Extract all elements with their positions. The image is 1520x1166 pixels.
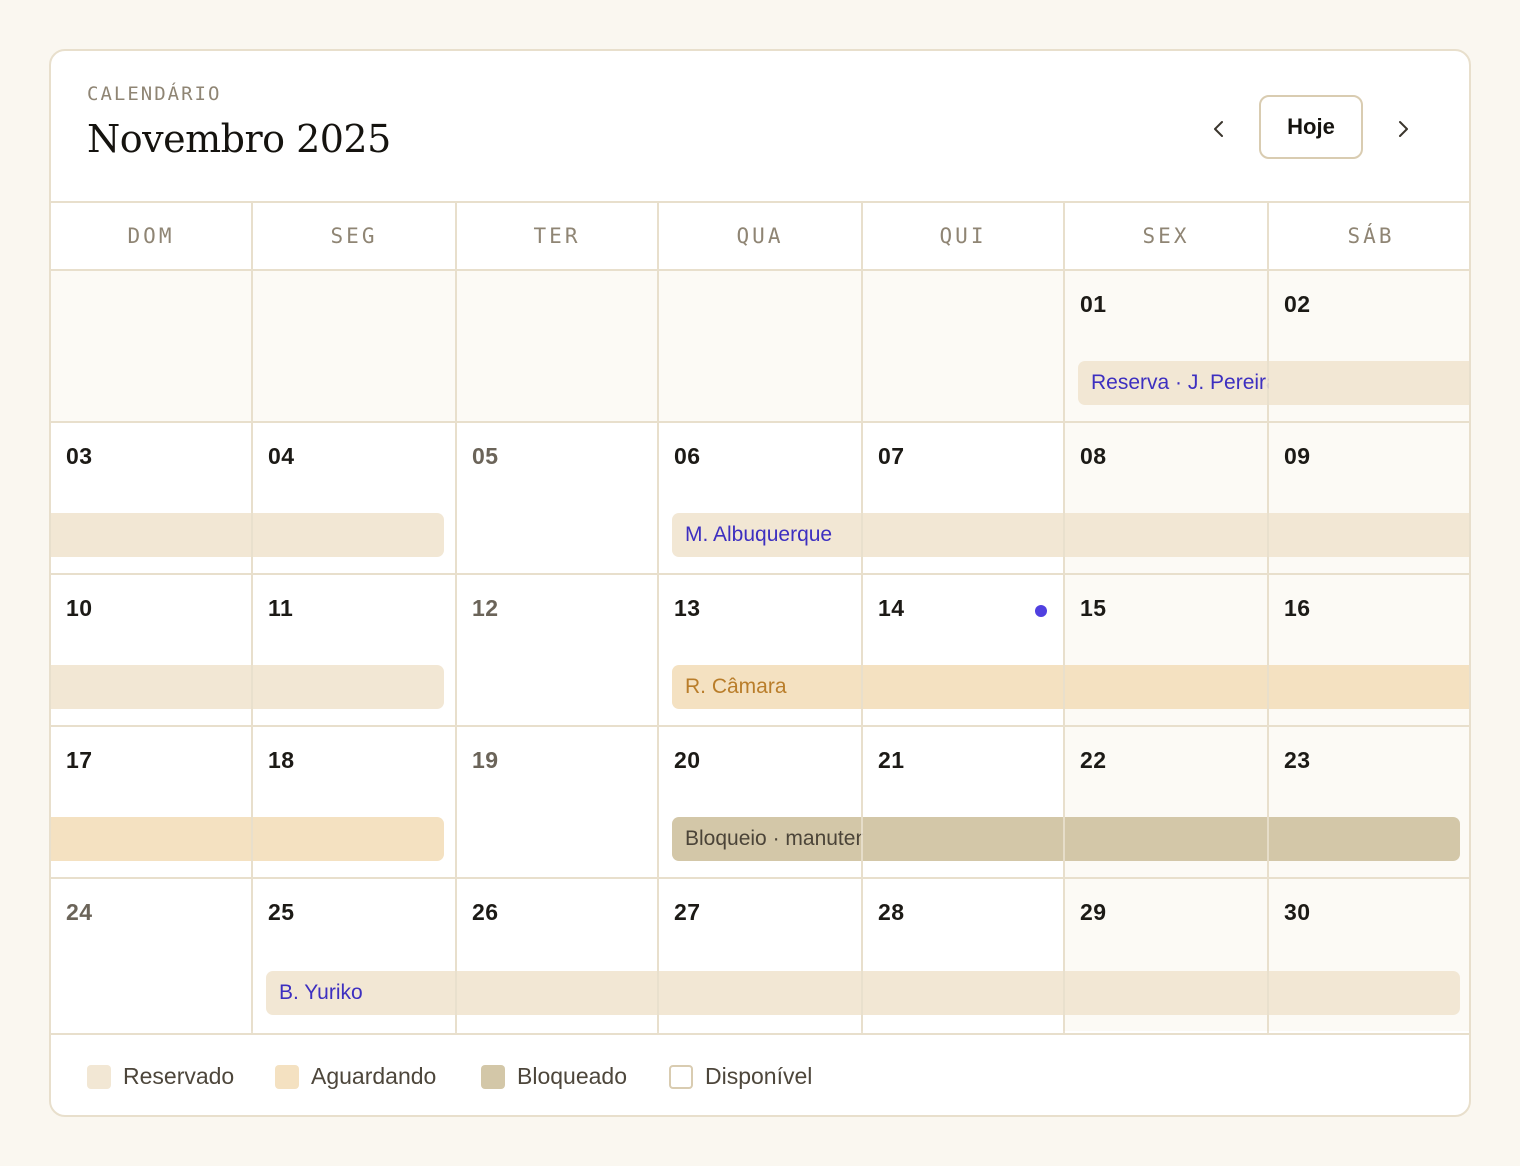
day-cell[interactable]: 19 xyxy=(457,727,659,879)
day-number: 05 xyxy=(472,443,499,469)
day-number: 04 xyxy=(268,443,295,469)
day-number: 02 xyxy=(1284,291,1311,317)
day-number: 17 xyxy=(66,747,93,773)
day-number: 11 xyxy=(268,595,294,621)
pending-event-continued[interactable] xyxy=(51,817,444,861)
legend-label: Bloqueado xyxy=(517,1063,627,1089)
booking-event[interactable]: M. Albuquerque xyxy=(672,513,1469,557)
day-number: 26 xyxy=(472,899,499,925)
today-button[interactable]: Hoje xyxy=(1259,95,1363,159)
day-number: 20 xyxy=(674,747,701,773)
day-cell-empty xyxy=(659,271,863,423)
previous-month-button[interactable] xyxy=(1197,109,1241,149)
calendar-eyebrow: CALENDÁRIO xyxy=(87,83,222,105)
event-label: B. Yuriko xyxy=(279,981,363,1004)
event-label: Reserva · J. Pereira xyxy=(1091,371,1269,394)
day-cell[interactable]: 05 xyxy=(457,423,659,575)
weekday-label: QUA xyxy=(659,203,863,269)
day-number: 23 xyxy=(1284,747,1311,773)
legend-swatch-available xyxy=(669,1064,693,1089)
legend-swatch-reserved xyxy=(87,1064,111,1089)
day-number: 13 xyxy=(674,595,701,621)
legend-item-available: Disponível xyxy=(669,1063,812,1090)
day-number: 30 xyxy=(1284,899,1311,925)
day-number: 12 xyxy=(472,595,499,621)
day-number: 01 xyxy=(1080,291,1107,317)
day-number: 19 xyxy=(472,747,499,773)
day-cell-empty xyxy=(253,271,457,423)
legend-label: Reservado xyxy=(123,1063,235,1089)
legend-swatch-pending xyxy=(275,1064,299,1089)
day-number: 28 xyxy=(878,899,905,925)
legend-label: Aguardando xyxy=(311,1063,437,1089)
event-label-clip: Reserva · J. Pereira xyxy=(1078,361,1269,405)
pending-event[interactable]: R. Câmara xyxy=(672,665,1469,709)
day-number: 16 xyxy=(1284,595,1311,621)
weekday-label: SEG xyxy=(253,203,457,269)
day-number: 18 xyxy=(268,747,295,773)
chevron-left-icon xyxy=(1214,121,1223,137)
day-number: 14 xyxy=(878,595,905,621)
weekday-label: QUI xyxy=(863,203,1065,269)
day-number: 09 xyxy=(1284,443,1311,469)
month-title: Novembro 2025 xyxy=(87,117,391,161)
day-number: 06 xyxy=(674,443,701,469)
day-number: 07 xyxy=(878,443,905,469)
day-cell-empty xyxy=(51,271,253,423)
day-cell[interactable]: 24 xyxy=(51,879,253,1031)
day-cell[interactable]: 12 xyxy=(457,575,659,727)
day-number: 25 xyxy=(268,899,295,925)
weekday-label: SÁB xyxy=(1347,224,1395,248)
legend-item-blocked: Bloqueado xyxy=(481,1063,627,1090)
event-label: R. Câmara xyxy=(685,675,787,698)
day-number: 24 xyxy=(66,899,93,925)
next-month-button[interactable] xyxy=(1381,109,1425,149)
day-number: 22 xyxy=(1080,747,1107,773)
day-cell-empty xyxy=(863,271,1065,423)
booking-event-continued[interactable] xyxy=(51,665,444,709)
calendar-header: CALENDÁRIO Novembro 2025 Hoje xyxy=(51,51,1469,203)
legend-swatch-blocked xyxy=(481,1064,505,1089)
event-label: Bloqueio · manutenção xyxy=(685,827,863,850)
legend-item-reserved: Reservado xyxy=(87,1063,234,1090)
event-label: M. Albuquerque xyxy=(685,523,833,546)
weekday-header-row: DOM SEG TER QUA QUI SEX SÁB xyxy=(51,201,1469,271)
booking-event-continued[interactable] xyxy=(51,513,444,557)
legend-item-pending: Aguardando xyxy=(275,1063,436,1090)
event-label-clip: Bloqueio · manutenção xyxy=(672,817,863,861)
weekday-label: DOM xyxy=(51,203,253,269)
booking-event[interactable]: B. Yuriko xyxy=(266,971,1460,1015)
day-number: 15 xyxy=(1080,595,1107,621)
weekday-label: SEX xyxy=(1065,203,1269,269)
day-number: 08 xyxy=(1080,443,1107,469)
calendar-grid: DOM SEG TER QUA QUI SEX SÁB 01 02 03 04 … xyxy=(51,201,1469,1033)
day-number: 10 xyxy=(66,595,93,621)
day-number: 03 xyxy=(66,443,93,469)
day-number: 27 xyxy=(674,899,701,925)
booking-event[interactable]: Reserva · J. Pereira xyxy=(1078,361,1469,405)
day-number: 21 xyxy=(878,747,905,773)
weekday-label: TER xyxy=(457,203,659,269)
legend-label: Disponível xyxy=(705,1063,813,1089)
calendar-card: CALENDÁRIO Novembro 2025 Hoje DOM SEG TE… xyxy=(49,49,1471,1117)
blocked-event[interactable]: Bloqueio · manutenção xyxy=(672,817,1460,861)
today-indicator-dot xyxy=(1035,605,1047,617)
day-number: 29 xyxy=(1080,899,1107,925)
status-legend: Reservado Aguardando Bloqueado Disponíve… xyxy=(51,1033,1469,1115)
day-cell-empty xyxy=(457,271,659,423)
chevron-right-icon xyxy=(1399,121,1408,137)
